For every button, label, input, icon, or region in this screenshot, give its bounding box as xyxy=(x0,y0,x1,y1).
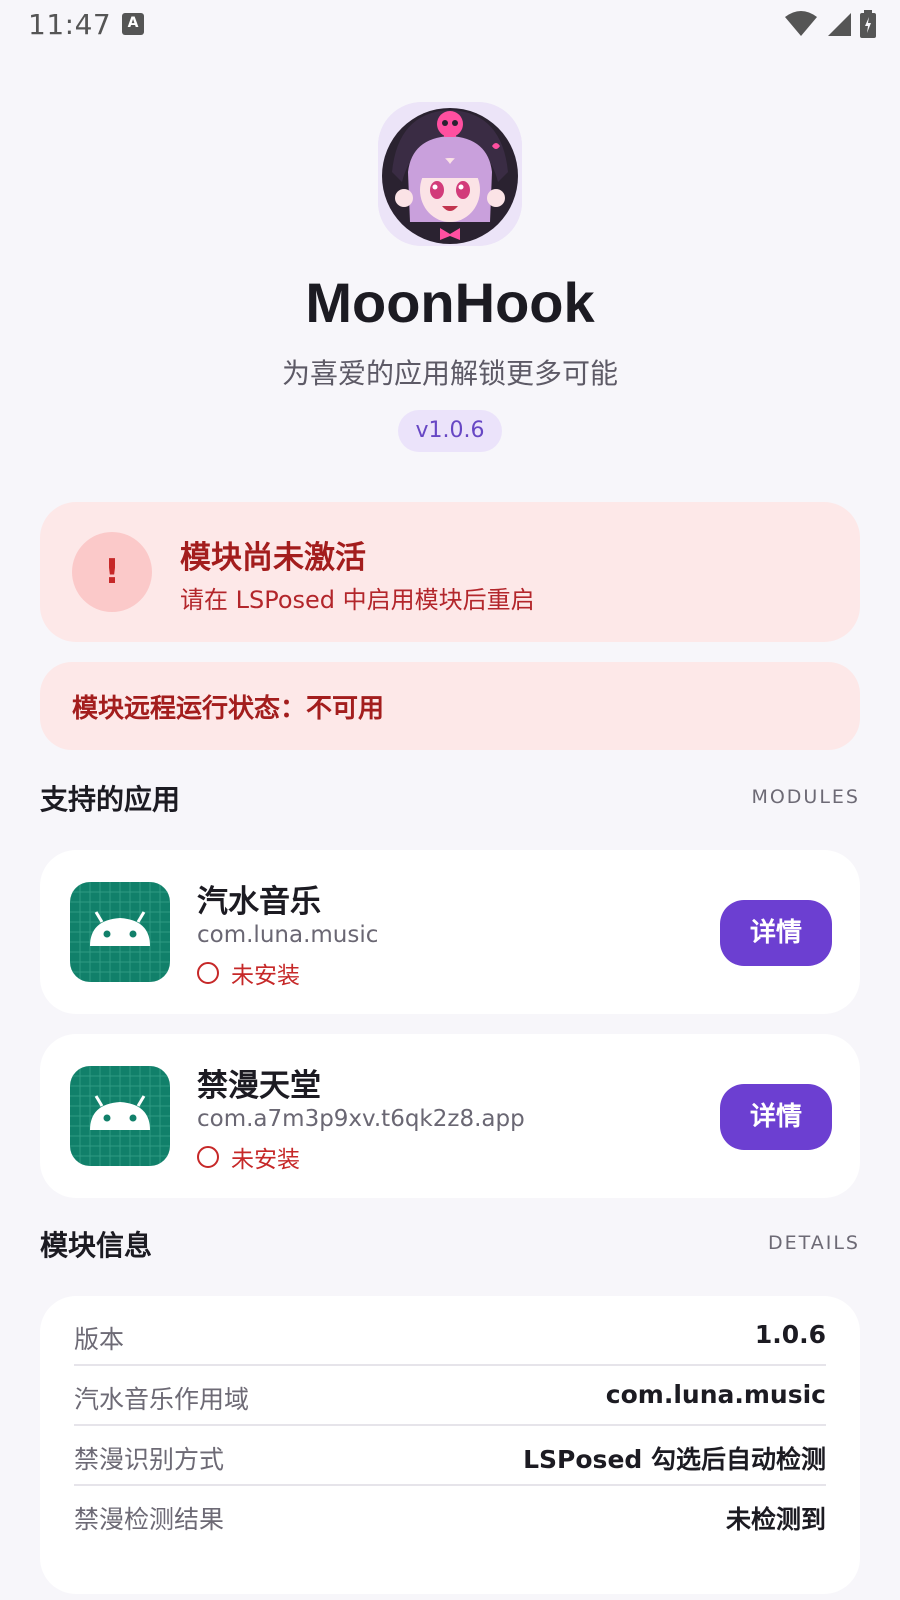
install-status-text: 未安装 xyxy=(231,963,300,989)
version-badge: v1.0.6 xyxy=(398,410,502,452)
info-label: 版本 xyxy=(74,1325,125,1354)
info-value: com.luna.music xyxy=(605,1380,826,1409)
not-installed-circle-icon xyxy=(197,1146,219,1168)
module-inactive-alert: ! 模块尚未激活 请在 LSPosed 中启用模块后重启 xyxy=(40,502,860,642)
wifi-icon xyxy=(785,11,817,36)
info-value: 未检测到 xyxy=(725,1505,826,1534)
supported-apps-heading: 支持的应用 xyxy=(40,783,181,816)
install-status-text: 未安装 xyxy=(231,1147,300,1173)
info-value: LSPosed 勾选后自动检测 xyxy=(523,1445,826,1474)
alert-subtitle: 请在 LSPosed 中启用模块后重启 xyxy=(180,586,535,614)
details-button[interactable]: 详情 xyxy=(720,1084,832,1150)
alert-title: 模块尚未激活 xyxy=(180,540,366,576)
info-label: 汽水音乐作用域 xyxy=(74,1385,250,1414)
info-row-version: 版本 1.0.6 xyxy=(74,1306,826,1366)
info-label: 禁漫识别方式 xyxy=(74,1445,225,1474)
install-status: 未安装 xyxy=(197,956,300,990)
status-bar: 11:47 A xyxy=(0,0,900,48)
app-tagline: 为喜爱的应用解锁更多可能 xyxy=(281,357,618,390)
info-row-detect-method: 禁漫识别方式 LSPosed 勾选后自动检测 xyxy=(74,1426,826,1486)
app-card-soda-music: 汽水音乐 com.luna.music 未安装 详情 xyxy=(40,850,860,1014)
app-name: 禁漫天堂 xyxy=(197,1068,321,1104)
install-status: 未安装 xyxy=(197,1140,300,1174)
info-label: 禁漫检测结果 xyxy=(74,1505,225,1534)
info-row-scope: 汽水音乐作用域 com.luna.music xyxy=(74,1366,826,1426)
signal-icon xyxy=(828,13,851,36)
details-tag: DETAILS xyxy=(767,1232,860,1254)
android-app-icon xyxy=(70,882,170,982)
status-icons xyxy=(784,10,876,38)
details-button[interactable]: 详情 xyxy=(720,900,832,966)
app-card-jm: 禁漫天堂 com.a7m3p9xv.t6qk2z8.app 未安装 详情 xyxy=(40,1034,860,1198)
battery-icon xyxy=(860,10,876,38)
module-info-heading: 模块信息 xyxy=(40,1229,153,1262)
module-info-card: 版本 1.0.6 汽水音乐作用域 com.luna.music 禁漫识别方式 L… xyxy=(40,1296,860,1594)
info-row-detect-result: 禁漫检测结果 未检测到 xyxy=(74,1486,826,1546)
status-time: 11:47 xyxy=(28,8,112,41)
android-app-icon xyxy=(70,1066,170,1166)
remote-status-banner: 模块远程运行状态：不可用 xyxy=(40,662,860,750)
not-installed-circle-icon xyxy=(197,962,219,984)
info-value: 1.0.6 xyxy=(754,1320,826,1349)
anime-character-avatar-icon xyxy=(378,102,522,246)
keyboard-notification-icon: A xyxy=(122,13,144,35)
app-package: com.a7m3p9xv.t6qk2z8.app xyxy=(197,1106,525,1132)
app-name-title: MoonHook xyxy=(305,271,595,334)
exclamation-icon: ! xyxy=(72,532,152,612)
app-avatar xyxy=(378,102,522,246)
modules-tag: MODULES xyxy=(751,786,860,808)
remote-status-text: 模块远程运行状态：不可用 xyxy=(72,694,385,724)
app-package: com.luna.music xyxy=(197,922,379,948)
app-name: 汽水音乐 xyxy=(197,884,321,920)
